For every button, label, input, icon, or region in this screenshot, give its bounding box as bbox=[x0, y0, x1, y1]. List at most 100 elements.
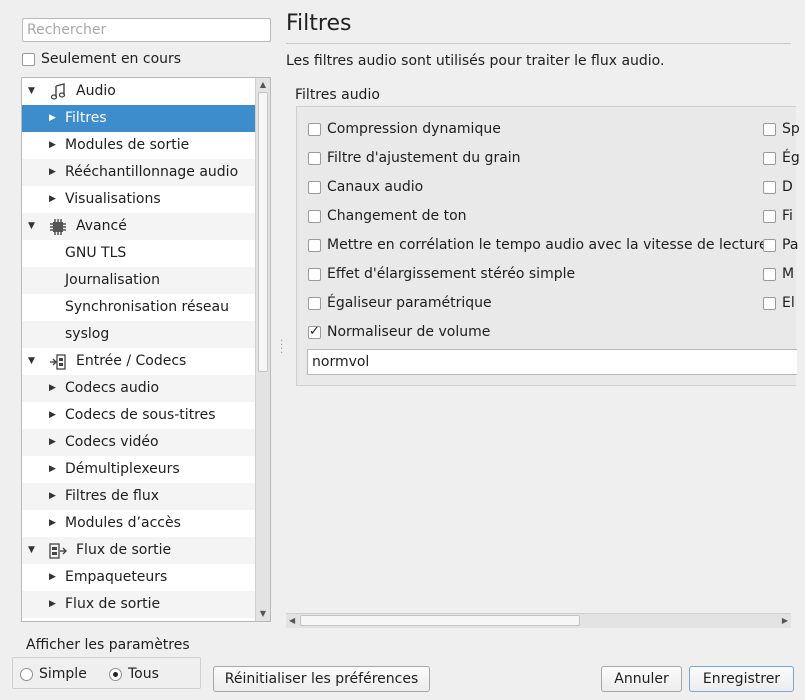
tree-item-label: Audio bbox=[76, 83, 116, 99]
simple-radio[interactable]: Simple bbox=[20, 666, 87, 682]
filter-option-m[interactable]: M bbox=[763, 264, 794, 284]
only-current-box[interactable] bbox=[22, 52, 35, 66]
filter-checkbox[interactable] bbox=[308, 151, 321, 165]
filter-option-label: Effet d'élargissement stéréo simple bbox=[327, 266, 576, 282]
search-input[interactable]: Rechercher bbox=[22, 18, 271, 42]
filter-option-sp[interactable]: Sp bbox=[763, 119, 800, 139]
tree-item-avance[interactable]: ▼ Avancé bbox=[22, 213, 256, 240]
filter-option-label: Normaliseur de volume bbox=[327, 324, 491, 340]
tree-item-label: syslog bbox=[65, 326, 110, 342]
filter-option-label: El bbox=[782, 295, 795, 311]
collapsed-arrow-icon[interactable]: ▶ bbox=[49, 510, 56, 537]
filter-option-changement-de-ton[interactable]: Changement de ton bbox=[308, 206, 467, 226]
filter-option-el[interactable]: El bbox=[763, 293, 795, 313]
tree-item-demultiplexeurs[interactable]: ▶ Démultiplexeurs bbox=[22, 456, 256, 483]
collapsed-arrow-icon[interactable]: ▶ bbox=[49, 402, 56, 429]
filter-checkbox[interactable] bbox=[308, 122, 321, 136]
tree-item-codecs-audio[interactable]: ▶ Codecs audio bbox=[22, 375, 256, 402]
filter-option-fi[interactable]: Fi bbox=[763, 206, 793, 226]
filter-checkbox[interactable] bbox=[308, 267, 321, 281]
tree-item-modules-d-acces[interactable]: ▶ Modules d’accès bbox=[22, 510, 256, 537]
filter-option-normaliseur-de-volume[interactable]: Normaliseur de volume bbox=[308, 322, 490, 342]
tree-item-label: Avancé bbox=[76, 218, 127, 234]
filter-checkbox[interactable] bbox=[763, 122, 776, 136]
filter-option-label: Canaux audio bbox=[327, 179, 424, 195]
tree-item-codecs-de-sous-titres[interactable]: ▶ Codecs de sous-titres bbox=[22, 402, 256, 429]
panel-horizontal-scrollbar[interactable]: ◀ ▶ bbox=[286, 613, 791, 628]
input-codecs-icon bbox=[49, 353, 67, 371]
collapsed-arrow-icon[interactable]: ▶ bbox=[49, 564, 56, 591]
tree-item-journalisation[interactable]: Journalisation bbox=[22, 267, 256, 294]
tree-item-reechantillonnage-audio[interactable]: ▶ Rééchantillonnage audio bbox=[22, 159, 256, 186]
scroll-left-arrow-icon[interactable]: ◀ bbox=[289, 614, 295, 628]
expand-arrow-icon[interactable]: ▼ bbox=[28, 348, 35, 375]
collapsed-arrow-icon[interactable]: ▶ bbox=[49, 159, 56, 186]
filter-option-mettre-en-correlation-le-tempo-audio-avec-la-vitesse-de-lecture[interactable]: Mettre en corrélation le tempo audio ave… bbox=[308, 235, 768, 255]
filter-checkbox[interactable] bbox=[308, 324, 321, 340]
filter-option-pa[interactable]: Pa bbox=[763, 235, 798, 255]
filter-checkbox[interactable] bbox=[763, 238, 776, 252]
tree-scroll-thumb[interactable] bbox=[258, 92, 268, 372]
save-button[interactable]: Enregistrer bbox=[689, 666, 794, 692]
tree-item-filtres-de-flux[interactable]: ▶ Filtres de flux bbox=[22, 483, 256, 510]
tree-item-gnu-tls[interactable]: GNU TLS bbox=[22, 240, 256, 267]
tree-item-label: Modules d’accès bbox=[65, 515, 181, 531]
filter-option-effet-d-elargissement-stereo-simple[interactable]: Effet d'élargissement stéréo simple bbox=[308, 264, 575, 284]
filter-checkbox[interactable] bbox=[308, 209, 321, 223]
scroll-down-arrow-icon[interactable]: ▼ bbox=[256, 607, 270, 621]
panel-scroll-thumb[interactable] bbox=[300, 615, 580, 626]
tree-item-entree-codecs[interactable]: ▼ Entrée / Codecs bbox=[22, 348, 256, 375]
filter-checkbox[interactable] bbox=[763, 180, 776, 194]
tree-item-empaqueteurs[interactable]: ▶ Empaqueteurs bbox=[22, 564, 256, 591]
category-tree[interactable]: ▼ Audio ▶ Filtres ▶ Modules de sortie ▶ Rééchan… bbox=[21, 77, 271, 622]
filter-option-eg[interactable]: Ég bbox=[763, 148, 800, 168]
collapsed-arrow-icon[interactable]: ▶ bbox=[49, 186, 56, 213]
tree-item-codecs-video[interactable]: ▶ Codecs vidéo bbox=[22, 429, 256, 456]
collapsed-arrow-icon[interactable]: ▶ bbox=[49, 483, 56, 510]
tree-item-filtres[interactable]: ▶ Filtres bbox=[22, 105, 256, 132]
splitter-handle[interactable]: · · · · bbox=[280, 337, 283, 359]
filter-checkbox[interactable] bbox=[308, 180, 321, 194]
tree-item-syslog[interactable]: syslog bbox=[22, 321, 256, 348]
cancel-button[interactable]: Annuler bbox=[601, 666, 682, 692]
expand-arrow-icon[interactable]: ▼ bbox=[28, 537, 35, 564]
collapsed-arrow-icon[interactable]: ▶ bbox=[49, 591, 56, 618]
tree-item-label: Synchronisation réseau bbox=[65, 299, 229, 315]
tree-item-flux-de-sortie[interactable]: ▶ Flux de sortie bbox=[22, 591, 256, 618]
audio-filter-value-input[interactable]: normvol bbox=[307, 349, 797, 375]
tree-item-label: Flux de sortie bbox=[76, 542, 172, 558]
tree-item-label: Filtres de flux bbox=[65, 488, 160, 504]
tree-vertical-scrollbar[interactable]: ▲ ▼ bbox=[255, 78, 270, 621]
scroll-up-arrow-icon[interactable]: ▲ bbox=[256, 78, 270, 92]
filter-checkbox[interactable] bbox=[308, 238, 321, 252]
tree-item-label: Rééchantillonnage audio bbox=[65, 164, 239, 180]
filter-option-egaliseur-parametrique[interactable]: Égaliseur paramétrique bbox=[308, 293, 492, 313]
collapsed-arrow-icon[interactable]: ▶ bbox=[49, 132, 56, 159]
only-current-checkbox[interactable]: Seulement en cours bbox=[22, 51, 181, 67]
filter-checkbox[interactable] bbox=[763, 209, 776, 223]
tree-item-flux-de-sortie[interactable]: ▼ Flux de sortie bbox=[22, 537, 256, 564]
filter-checkbox[interactable] bbox=[763, 151, 776, 165]
filter-option-canaux-audio[interactable]: Canaux audio bbox=[308, 177, 423, 197]
collapsed-arrow-icon[interactable]: ▶ bbox=[49, 456, 56, 483]
collapsed-arrow-icon[interactable]: ▶ bbox=[49, 105, 56, 132]
tree-item-visualisations[interactable]: ▶ Visualisations bbox=[22, 186, 256, 213]
all-radio[interactable]: Tous bbox=[109, 666, 159, 682]
filter-checkbox[interactable] bbox=[763, 296, 776, 310]
all-radio-button[interactable] bbox=[109, 667, 122, 681]
expand-arrow-icon[interactable]: ▼ bbox=[28, 213, 35, 240]
tree-item-audio[interactable]: ▼ Audio bbox=[22, 78, 256, 105]
tree-item-synchronisation-reseau[interactable]: Synchronisation réseau bbox=[22, 294, 256, 321]
filter-option-filtre-d-ajustement-du-grain[interactable]: Filtre d'ajustement du grain bbox=[308, 148, 521, 168]
collapsed-arrow-icon[interactable]: ▶ bbox=[49, 429, 56, 456]
scroll-right-arrow-icon[interactable]: ▶ bbox=[782, 614, 788, 628]
filter-checkbox[interactable] bbox=[308, 296, 321, 310]
filter-option-compression-dynamique[interactable]: Compression dynamique bbox=[308, 119, 501, 139]
filter-checkbox[interactable] bbox=[763, 267, 776, 281]
simple-radio-button[interactable] bbox=[20, 667, 33, 681]
expand-arrow-icon[interactable]: ▼ bbox=[28, 78, 35, 105]
tree-item-modules-de-sortie[interactable]: ▶ Modules de sortie bbox=[22, 132, 256, 159]
filter-option-d[interactable]: D bbox=[763, 177, 793, 197]
reset-preferences-button[interactable]: Réinitialiser les préférences bbox=[213, 666, 430, 692]
collapsed-arrow-icon[interactable]: ▶ bbox=[49, 375, 56, 402]
